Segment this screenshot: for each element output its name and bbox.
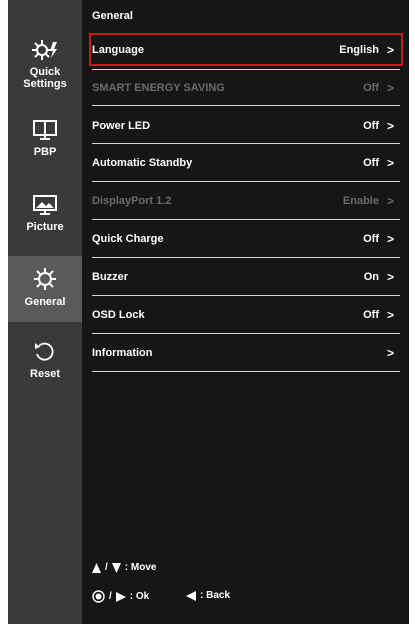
chevron-right-icon: > [386,118,394,133]
menu-item-displayport[interactable]: DisplayPort 1.2 Enable > [92,187,400,214]
footer-move-hint: / : Move [92,562,156,573]
menu-item-label: SMART ENERGY SAVING [92,81,225,94]
arrow-right-icon [115,591,126,602]
chevron-right-icon: > [386,345,394,360]
chevron-right-icon: > [386,155,394,170]
divider [92,371,400,372]
menu-item-buzzer[interactable]: Buzzer On > [92,263,400,290]
arrow-down-icon [111,562,121,573]
sidebar-item-label: Quick Settings [23,66,67,90]
divider [92,69,400,70]
menu-panel: General Language English > SMART ENERGY S… [82,0,409,624]
osd-window: Quick Settings PBP Picture General Reset… [8,0,409,624]
page-title: General [92,10,133,22]
ok-label: : Ok [129,591,150,602]
menu-item-label: DisplayPort 1.2 [92,194,172,207]
footer-back-hint: : Back [186,590,230,601]
menu-item-value: Enable [342,194,379,207]
divider [92,105,400,106]
divider [92,295,400,296]
chevron-right-icon: > [386,269,394,284]
chevron-right-icon: > [386,80,394,95]
divider [92,333,400,334]
menu-item-value: English [339,43,379,56]
chevron-right-icon: > [386,307,394,322]
menu-item-power-led[interactable]: Power LED Off > [92,112,400,139]
back-label: : Back [200,590,231,601]
sidebar-item-label: Reset [30,368,60,380]
divider [92,33,400,34]
menu-item-value: Off [363,308,379,321]
menu-item-value: On [363,270,379,283]
sidebar-item-label: General [24,296,66,308]
menu-item-quick-charge[interactable]: Quick Charge Off > [92,225,400,252]
chevron-right-icon: > [386,231,394,246]
menu-item-language[interactable]: Language English > [89,33,403,66]
pbp-icon [33,120,57,140]
divider [92,257,400,258]
menu-item-osd-lock[interactable]: OSD Lock Off > [92,301,400,328]
separator: / [109,591,112,602]
divider [92,219,400,220]
menu-item-label: Power LED [92,119,151,132]
general-icon [34,268,56,290]
menu-item-value: Off [363,119,379,132]
menu-item-information[interactable]: Information > [92,339,400,366]
menu-item-automatic-standby[interactable]: Automatic Standby Off > [92,149,400,176]
menu-item-smart-energy-saving[interactable]: SMART ENERGY SAVING Off > [92,74,400,101]
chevron-right-icon: > [386,42,394,57]
quick-settings-icon [32,40,57,60]
picture-icon [33,195,57,215]
sidebar: Quick Settings PBP Picture General Reset [8,0,82,624]
sidebar-item-general[interactable]: General [8,256,82,322]
joystick-press-icon [92,590,105,603]
menu-item-label: Automatic Standby [92,156,193,169]
menu-item-label: OSD Lock [92,308,145,321]
divider [92,143,400,144]
menu-item-value: Off [363,156,379,169]
arrow-left-icon [186,590,196,601]
sidebar-item-quick-settings[interactable]: Quick Settings [8,38,82,90]
menu-item-label: Quick Charge [92,232,164,245]
sidebar-item-pbp[interactable]: PBP [8,118,82,158]
arrow-up-icon [92,562,101,573]
sidebar-item-picture[interactable]: Picture [8,193,82,233]
sidebar-item-reset[interactable]: Reset [8,338,82,380]
sidebar-item-label: PBP [33,146,57,158]
separator: / [105,562,108,573]
menu-item-value: Off [363,81,379,94]
menu-item-label: Information [92,346,153,359]
footer-ok-hint: / : Ok [92,590,149,603]
menu-item-value: Off [363,232,379,245]
divider [92,181,400,182]
sidebar-item-label: Picture [26,221,64,233]
menu-item-label: Language [92,43,144,56]
menu-item-label: Buzzer [92,270,129,283]
move-label: : Move [124,562,157,573]
chevron-right-icon: > [386,193,394,208]
reset-icon [35,342,54,361]
